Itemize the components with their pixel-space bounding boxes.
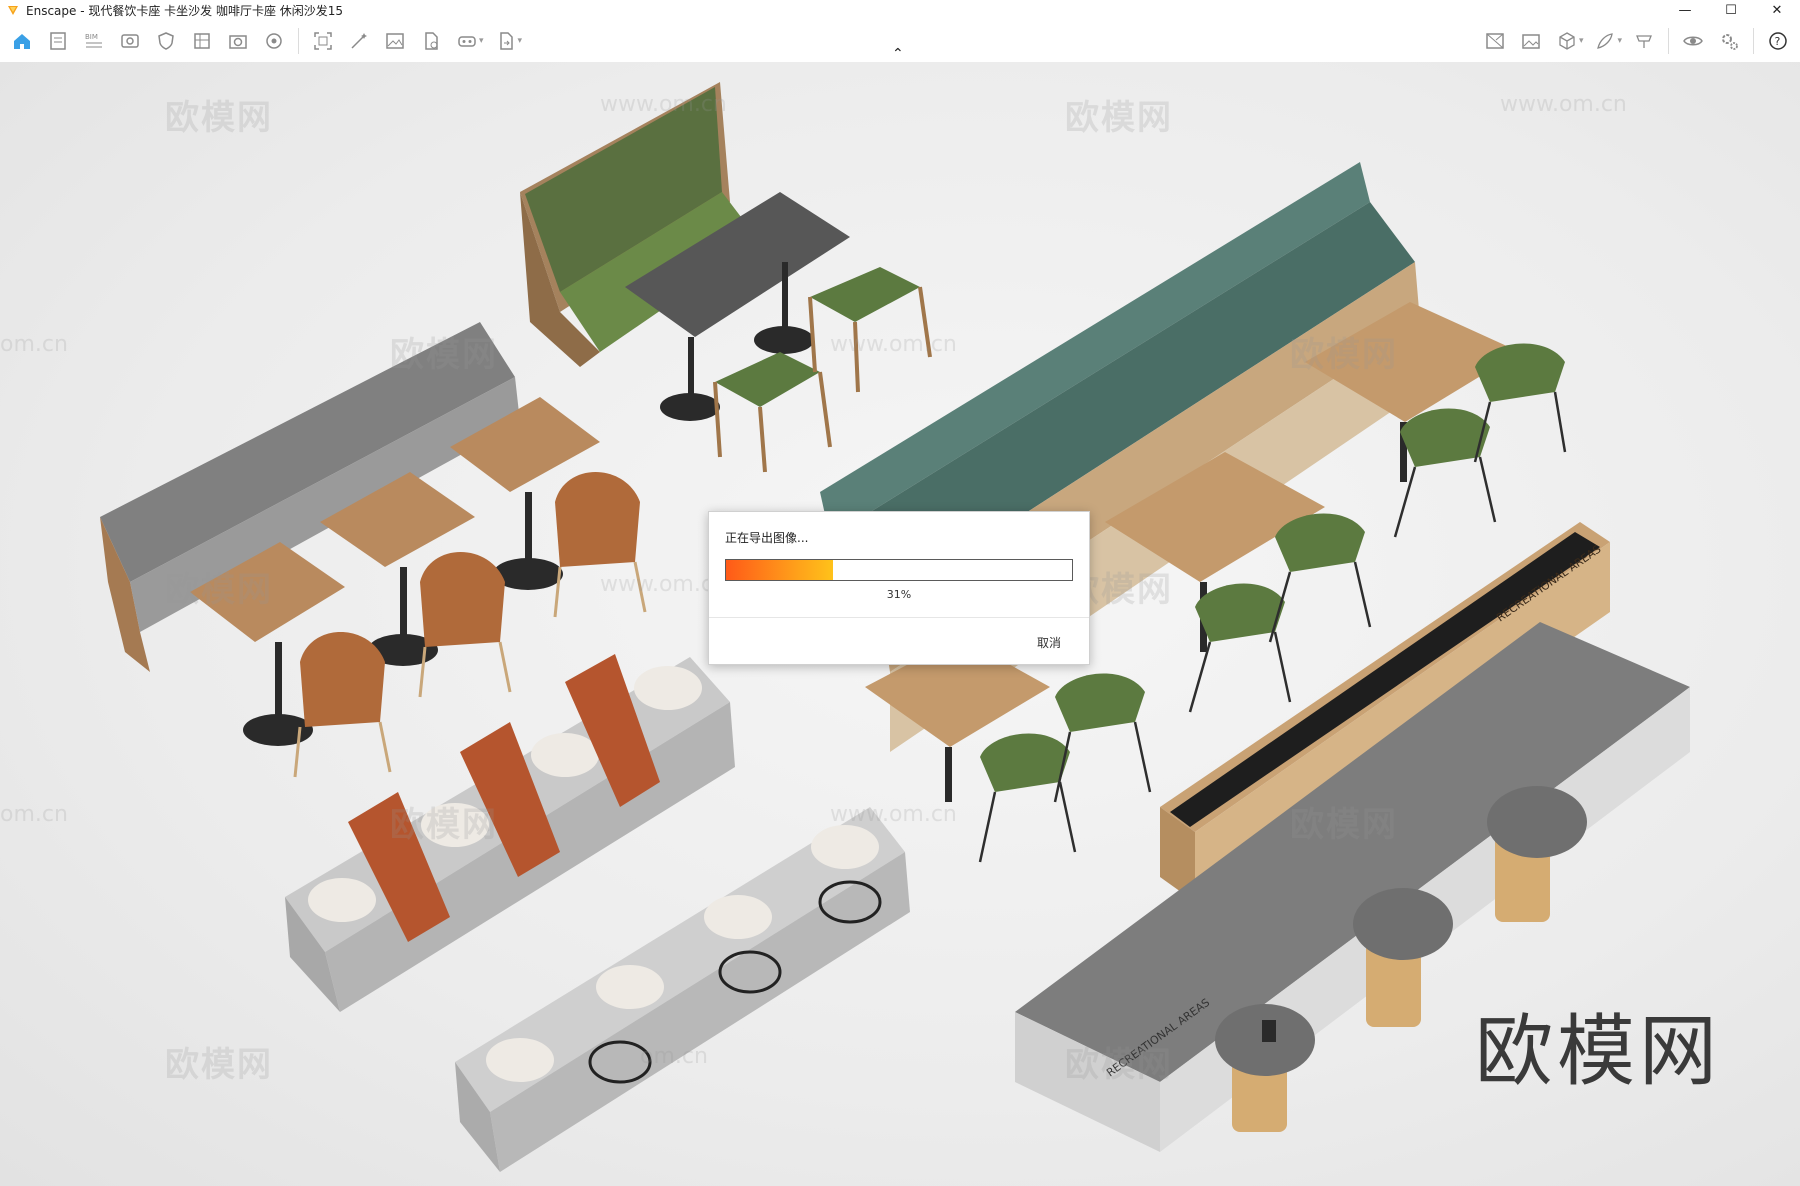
watermark-url: om.cn (0, 802, 68, 827)
export-icon[interactable] (492, 27, 520, 55)
document-icon[interactable] (44, 27, 72, 55)
eye-icon[interactable] (1679, 27, 1707, 55)
maximize-button[interactable]: ☐ (1708, 0, 1754, 20)
watermark: 欧模网 (165, 1045, 273, 1085)
close-button[interactable]: ✕ (1754, 0, 1800, 20)
toolbar-separator (298, 28, 299, 54)
watermark: 欧模网 (390, 335, 498, 375)
export-progress-bar (725, 559, 1073, 581)
chevron-down-icon[interactable]: ▾ (518, 36, 523, 46)
view-icon[interactable] (116, 27, 144, 55)
title-bar: Enscape - 现代餐饮卡座 卡坐沙发 咖啡厅卡座 休闲沙发15 — ☐ ✕ (0, 0, 1800, 20)
shield-icon[interactable] (152, 27, 180, 55)
watermark: 欧模网 (1290, 335, 1398, 375)
cancel-button[interactable]: 取消 (1037, 634, 1061, 651)
window-controls: — ☐ ✕ (1662, 0, 1800, 20)
dialog-title: 正在导出图像... (725, 531, 809, 545)
watermark-url: www.om.cn (830, 802, 957, 827)
library-icon[interactable] (188, 27, 216, 55)
home-icon[interactable] (8, 27, 36, 55)
bim-icon[interactable]: BIM (80, 27, 108, 55)
magic-icon[interactable] (345, 27, 373, 55)
collapse-toolbar-icon[interactable]: ⌃ (892, 46, 904, 62)
chevron-down-icon[interactable]: ▾ (1617, 36, 1622, 46)
svg-text:BIM: BIM (85, 33, 98, 41)
watermark: 欧模网 (1290, 805, 1398, 845)
watermark-url: om.cn (640, 1044, 708, 1069)
toolbar-separator (1753, 28, 1754, 54)
image-gallery-icon[interactable] (1517, 27, 1545, 55)
watermark: 欧模网 (165, 570, 273, 610)
help-icon[interactable]: ? (1764, 27, 1792, 55)
watermark-url: www.om.cn (600, 92, 727, 117)
chevron-down-icon[interactable]: ▾ (1579, 36, 1584, 46)
enscape-logo-icon (8, 6, 18, 15)
watermark-url: www.om.cn (1500, 92, 1627, 117)
image-icon[interactable] (381, 27, 409, 55)
progress-percent: 31% (886, 588, 912, 601)
camera-icon[interactable] (1630, 27, 1658, 55)
vr-icon[interactable] (453, 27, 481, 55)
export-progress-dialog: 正在导出图像... 31% 取消 (708, 511, 1090, 665)
dialog-divider (709, 617, 1089, 618)
watermark-url: om.cn (0, 332, 68, 357)
progress-fill (726, 560, 834, 580)
green-booth-sofa (520, 82, 760, 367)
minimize-button[interactable]: — (1662, 0, 1708, 20)
chevron-down-icon[interactable]: ▾ (479, 36, 484, 46)
watermark-url: www.om.cn (830, 332, 957, 357)
upload-icon[interactable] (224, 27, 252, 55)
brand-watermark: 欧模网 (1475, 1007, 1722, 1097)
watermark: 欧模网 (1065, 1045, 1173, 1085)
feather-icon[interactable] (1591, 27, 1619, 55)
watermark: 欧模网 (165, 98, 273, 138)
capture-icon[interactable] (309, 27, 337, 55)
help-glyph: ? (1775, 35, 1781, 48)
window-title: Enscape - 现代餐饮卡座 卡坐沙发 咖啡厅卡座 休闲沙发15 (26, 3, 344, 18)
watermark: 欧模网 (1065, 98, 1173, 138)
settings-icon[interactable] (1715, 27, 1743, 55)
file-icon[interactable] (417, 27, 445, 55)
asset-icon[interactable] (260, 27, 288, 55)
toolbar-separator (1668, 28, 1669, 54)
main-toolbar: BIM ▾ ▾ ⌃ ▾ ▾ ? (0, 20, 1800, 63)
watermark: 欧模网 (390, 805, 498, 845)
toolbar-right: ▾ ▾ ? (1477, 20, 1796, 62)
material-icon[interactable] (1481, 27, 1509, 55)
toolbar-left: BIM ▾ ▾ (4, 20, 526, 62)
cube-icon[interactable] (1553, 27, 1581, 55)
